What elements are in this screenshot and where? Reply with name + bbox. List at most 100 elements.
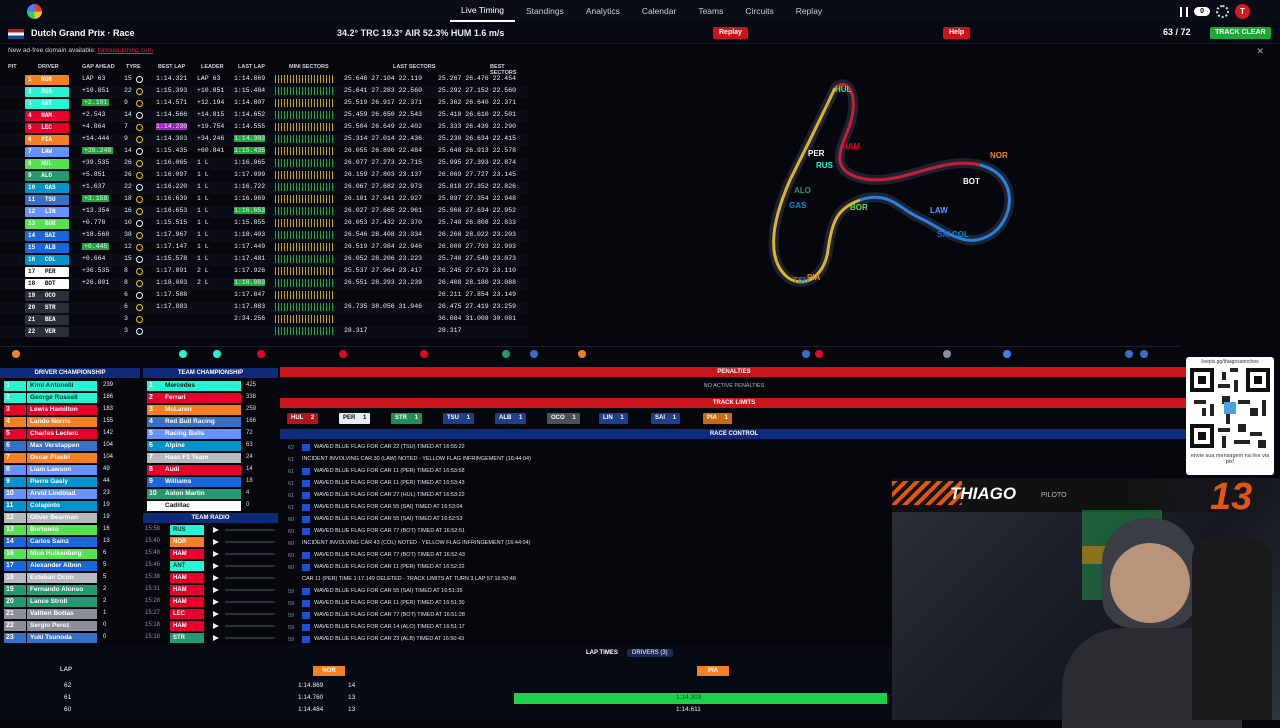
radio-row[interactable]: 15:28 HAM bbox=[143, 596, 278, 608]
timing-row[interactable]: 15 ALB +0.445 12 1:17.147 1 L 1:17.449 26.519 … bbox=[0, 242, 528, 254]
driver-standing-row[interactable]: 19 Fernando Alonso 2 bbox=[0, 584, 140, 596]
timing-row[interactable]: 11 TSU +3.159 18 1:16.639 1 L 1:16.969 26.101 … bbox=[0, 194, 528, 206]
lap-driver-nor[interactable]: NOR bbox=[313, 666, 345, 676]
team-standing-row[interactable]: 5 Racing Bulls 72 bbox=[143, 428, 253, 440]
team-standing-row[interactable]: 11 Cadillac 0 bbox=[143, 500, 249, 512]
timing-row[interactable]: 13 BOR +0.778 10 1:15.515 1 L 1:15.855 26.053 … bbox=[0, 218, 528, 230]
drivers-filter[interactable]: DRIVERS (3) bbox=[627, 649, 673, 657]
nav-item-live-timing[interactable]: Live Timing bbox=[450, 0, 515, 22]
driver-standing-row[interactable]: 17 Alexander Albon 5 bbox=[0, 560, 140, 572]
timing-row[interactable]: 16 COL +0.664 15 1:15.578 1 L 1:17.481 26.052 … bbox=[0, 254, 528, 266]
timing-row[interactable]: 7 LAW +26.248 14 1:15.435 +60.841 1:15.435 26.… bbox=[0, 146, 528, 158]
driver-standing-row[interactable]: 8 Liam Lawson 49 bbox=[0, 464, 140, 476]
nav-item-calendar[interactable]: Calendar bbox=[631, 0, 688, 22]
play-icon[interactable] bbox=[213, 599, 219, 605]
race-timeline[interactable] bbox=[0, 346, 1180, 360]
timing-row[interactable]: 22 VER 3 28.317 28.317 bbox=[0, 326, 528, 338]
driver-badge[interactable]: 9 ALO bbox=[25, 171, 69, 181]
radio-row[interactable]: 15:38 HAM bbox=[143, 572, 278, 584]
driver-badge[interactable]: 14 SAI bbox=[25, 231, 69, 241]
car-marker[interactable]: NOR bbox=[990, 151, 1008, 160]
radio-row[interactable]: 15:40 NOR bbox=[143, 536, 278, 548]
timeline-marker[interactable] bbox=[213, 350, 221, 358]
avatar[interactable]: T bbox=[1235, 4, 1250, 19]
track-limit-chip[interactable]: PER 1 bbox=[339, 413, 371, 424]
driver-badge[interactable]: 18 BOT bbox=[25, 279, 69, 289]
radio-row[interactable]: 15:46 ANT bbox=[143, 560, 278, 572]
timing-row[interactable]: 6 PIA +14.444 9 1:14.303 +34.246 1:14.303 25.3… bbox=[0, 134, 528, 146]
timeline-marker[interactable] bbox=[578, 350, 586, 358]
car-marker[interactable]: ALO bbox=[794, 186, 811, 195]
timeline-marker[interactable] bbox=[502, 350, 510, 358]
car-marker[interactable]: RUS bbox=[816, 161, 834, 170]
driver-standing-row[interactable]: 5 Charles Leclerc 142 bbox=[0, 428, 140, 440]
radio-row[interactable]: 15:31 HAM bbox=[143, 584, 278, 596]
team-standing-row[interactable]: 9 Williams 18 bbox=[143, 476, 253, 488]
play-icon[interactable] bbox=[213, 611, 219, 617]
driver-standing-row[interactable]: 12 Oliver Bearman 19 bbox=[0, 512, 140, 524]
track-limit-chip[interactable]: TSU 1 bbox=[443, 413, 475, 424]
nav-item-analytics[interactable]: Analytics bbox=[575, 0, 631, 22]
driver-badge[interactable]: 2 RUS bbox=[25, 87, 69, 97]
driver-badge[interactable]: 5 LEC bbox=[25, 123, 69, 133]
driver-badge[interactable]: 21 BEA bbox=[25, 315, 69, 325]
track-limit-chip[interactable]: LIN 1 bbox=[599, 413, 628, 424]
driver-badge[interactable]: 1 NOR bbox=[25, 75, 69, 85]
car-marker[interactable]: BOR bbox=[850, 203, 868, 212]
timing-row[interactable]: 21 BEA 3 2:34.256 36.084 31.008 30.081 bbox=[0, 314, 528, 326]
car-marker[interactable]: COL bbox=[952, 230, 969, 239]
driver-standing-row[interactable]: 20 Lance Stroll 2 bbox=[0, 596, 140, 608]
play-icon[interactable] bbox=[213, 635, 219, 641]
gear-icon[interactable] bbox=[1216, 5, 1229, 18]
timing-row[interactable]: 18 BOT +26.801 8 1:18.083 2 L 1:18.083 26.551 … bbox=[0, 278, 528, 290]
driver-standing-row[interactable]: 6 Max Verstappen 104 bbox=[0, 440, 140, 452]
play-icon[interactable] bbox=[213, 539, 219, 545]
nav-item-standings[interactable]: Standings bbox=[515, 0, 575, 22]
timing-row[interactable]: 5 LEC +4.864 7 1:14.230 +19.754 1:14.555 25.50… bbox=[0, 122, 528, 134]
driver-standing-row[interactable]: 10 Arvid Lindblad 23 bbox=[0, 488, 140, 500]
car-marker[interactable]: PIA bbox=[807, 273, 821, 282]
driver-standing-row[interactable]: 2 George Russell 186 bbox=[0, 392, 140, 404]
track-limit-chip[interactable]: PIA 1 bbox=[703, 413, 732, 424]
car-marker[interactable]: BOT bbox=[963, 177, 980, 186]
driver-badge[interactable]: 7 LAW bbox=[25, 147, 69, 157]
driver-badge[interactable]: 8 HUL bbox=[25, 159, 69, 169]
driver-standing-row[interactable]: 22 Sergio Perez 0 bbox=[0, 620, 140, 632]
car-marker[interactable]: GAS bbox=[789, 201, 807, 210]
driver-badge[interactable]: 20 STR bbox=[25, 303, 69, 313]
radio-row[interactable]: 15:18 HAM bbox=[143, 620, 278, 632]
timeline-marker[interactable] bbox=[1125, 350, 1133, 358]
timing-row[interactable]: 14 SAI +18.568 38 1:17.967 1 L 1:18.403 26.546… bbox=[0, 230, 528, 242]
nav-item-replay[interactable]: Replay bbox=[785, 0, 833, 22]
driver-standing-row[interactable]: 3 Lewis Hamilton 183 bbox=[0, 404, 140, 416]
driver-badge[interactable]: 6 PIA bbox=[25, 135, 69, 145]
car-marker[interactable]: LAW bbox=[930, 206, 948, 215]
team-standing-row[interactable]: 4 Red Bull Racing 166 bbox=[143, 416, 256, 428]
radio-row[interactable]: 15:48 HAM bbox=[143, 548, 278, 560]
driver-badge[interactable]: 15 ALB bbox=[25, 243, 69, 253]
timeline-marker[interactable] bbox=[12, 350, 20, 358]
play-icon[interactable] bbox=[213, 527, 219, 533]
team-standing-row[interactable]: 1 Mercedes 425 bbox=[143, 380, 256, 392]
team-standing-row[interactable]: 6 Alpine 63 bbox=[143, 440, 253, 452]
timing-row[interactable]: 10 GAS +1.637 22 1:16.220 1 L 1:16.722 26.067 … bbox=[0, 182, 528, 194]
driver-standing-row[interactable]: 21 Valtteri Bottas 1 bbox=[0, 608, 140, 620]
radio-row[interactable]: 15:27 LEC bbox=[143, 608, 278, 620]
app-logo[interactable] bbox=[27, 4, 42, 19]
driver-badge[interactable]: 19 OCO bbox=[25, 291, 69, 301]
timeline-marker[interactable] bbox=[339, 350, 347, 358]
driver-badge[interactable]: 10 GAS bbox=[25, 183, 69, 193]
timeline-marker[interactable] bbox=[257, 350, 265, 358]
driver-standing-row[interactable]: 7 Oscar Piastri 104 bbox=[0, 452, 140, 464]
pause-icon[interactable] bbox=[1180, 6, 1189, 17]
driver-standing-row[interactable]: 23 Yuki Tsunoda 0 bbox=[0, 632, 140, 644]
driver-standing-row[interactable]: 14 Carlos Sainz 13 bbox=[0, 536, 140, 548]
driver-standing-row[interactable]: 1 Kimi Antonelli 239 bbox=[0, 380, 140, 392]
driver-standing-row[interactable]: 18 Esteban Ocon 5 bbox=[0, 572, 140, 584]
track-limit-chip[interactable]: SAI 1 bbox=[651, 413, 681, 424]
track-limit-chip[interactable]: OCO 1 bbox=[547, 413, 580, 424]
driver-badge[interactable]: 16 COL bbox=[25, 255, 69, 265]
team-standing-row[interactable]: 10 Aston Martin 4 bbox=[143, 488, 249, 500]
track-limit-chip[interactable]: STR 1 bbox=[391, 413, 423, 424]
driver-badge[interactable]: 22 VER bbox=[25, 327, 69, 337]
